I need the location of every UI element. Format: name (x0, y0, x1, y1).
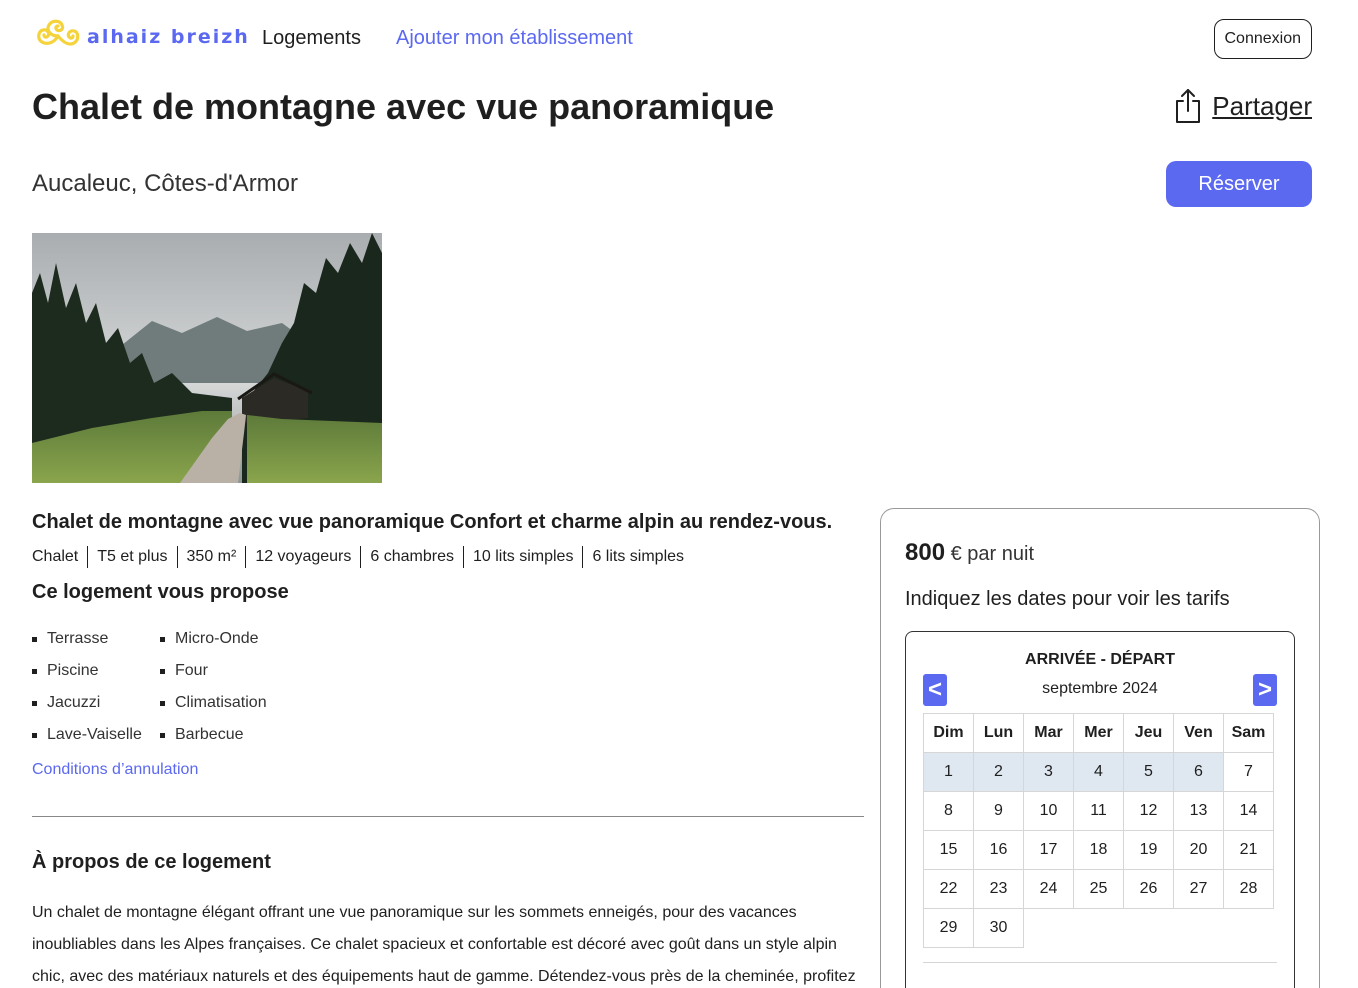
share-button[interactable]: Partager (1174, 88, 1312, 124)
weekday-header: Ven (1173, 713, 1224, 753)
calendar-day[interactable]: 6 (1173, 752, 1224, 792)
calendar-month: septembre 2024 (1042, 680, 1158, 697)
login-button[interactable]: Connexion (1213, 19, 1312, 59)
listing-tags: Chalet T5 et plus 350 m² 12 voyageurs 6 … (32, 546, 693, 568)
weekday-header: Sam (1223, 713, 1274, 753)
weekday-header: Jeu (1123, 713, 1174, 753)
calendar-day[interactable]: 16 (973, 830, 1024, 870)
calendar-footer-divider (923, 962, 1277, 963)
about-title: À propos de ce logement (32, 851, 271, 873)
calendar-day[interactable]: 3 (1023, 752, 1074, 792)
calendar-day[interactable]: 24 (1023, 869, 1074, 909)
amenity-item: Lave-Vaiselle (32, 724, 142, 756)
tag-type: Chalet (32, 548, 79, 565)
section-divider (32, 816, 864, 817)
calendar-empty-cell (1124, 909, 1174, 948)
tag-bedrooms: 6 chambres (360, 546, 463, 568)
tag-surface: 350 m² (176, 546, 246, 568)
nav-link-ajouter-etablissement[interactable]: Ajouter mon établissement (396, 27, 633, 50)
calendar-day[interactable]: 8 (923, 791, 974, 831)
calendar-week: 1 2 3 4 5 6 7 (923, 752, 1274, 792)
calendar-day[interactable]: 9 (973, 791, 1024, 831)
calendar-day[interactable]: 13 (1173, 791, 1224, 831)
date-picker: ARRIVÉE - DÉPART septembre 2024 < > Dim … (905, 631, 1295, 988)
calendar-day[interactable]: 14 (1223, 791, 1274, 831)
calendar-day[interactable]: 12 (1123, 791, 1174, 831)
calendar-day[interactable]: 15 (923, 830, 974, 870)
calendar-day[interactable]: 7 (1223, 752, 1274, 792)
reserve-button[interactable]: Réserver (1166, 161, 1312, 207)
calendar-day[interactable]: 30 (973, 908, 1024, 948)
amenities-list-1: Terrasse Piscine Jacuzzi Lave-Vaiselle (32, 628, 142, 756)
weekday-header: Dim (923, 713, 974, 753)
calendar-week: 8 9 10 11 12 13 14 (923, 791, 1274, 831)
calendar-day[interactable]: 26 (1123, 869, 1174, 909)
calendar-heading: ARRIVÉE - DÉPART (1025, 651, 1175, 668)
weekday-header: Mer (1073, 713, 1124, 753)
calendar-empty-cell (1024, 909, 1074, 948)
page-title: Chalet de montagne avec vue panoramique (32, 86, 775, 127)
calendar-day[interactable]: 5 (1123, 752, 1174, 792)
share-icon (1176, 89, 1201, 123)
calendar-empty-cell (1224, 909, 1274, 948)
amenity-item: Jacuzzi (32, 692, 142, 724)
listing-photo[interactable] (32, 233, 382, 483)
price-unit: € par nuit (950, 543, 1034, 565)
previous-month-button[interactable]: < (923, 674, 947, 706)
calendar-day[interactable]: 21 (1223, 830, 1274, 870)
calendar-day[interactable]: 19 (1123, 830, 1174, 870)
calendar-day[interactable]: 11 (1073, 791, 1124, 831)
calendar-day[interactable]: 28 (1223, 869, 1274, 909)
top-nav: alhaiz breizh Logements Ajouter mon étab… (32, 14, 1312, 62)
nav-link-logements[interactable]: Logements (262, 27, 361, 50)
calendar-day[interactable]: 18 (1073, 830, 1124, 870)
calendar-day[interactable]: 2 (973, 752, 1024, 792)
calendar-day[interactable]: 1 (923, 752, 974, 792)
triskelion-logo-icon[interactable] (32, 14, 84, 62)
amenity-item: Terrasse (32, 628, 142, 660)
listing-location: Aucaleuc, Côtes-d'Armor (32, 170, 299, 197)
tag-single-beds: 10 lits simples (462, 546, 582, 568)
price-hint: Indiquez les dates pour voir les tarifs (905, 588, 1230, 610)
calendar-week: 22 23 24 25 26 27 28 (923, 869, 1274, 909)
tag-single-beds-2: 6 lits simples (582, 546, 693, 568)
amenities-list-2: Micro-Onde Four Climatisation Barbecue (160, 628, 267, 756)
next-month-button[interactable]: > (1253, 674, 1277, 706)
calendar-week: 15 16 17 18 19 20 21 (923, 830, 1274, 870)
calendar-day[interactable]: 20 (1173, 830, 1224, 870)
brand-name[interactable]: alhaiz breizh (87, 26, 250, 48)
listing-subtitle: Chalet de montagne avec vue panoramique … (32, 511, 833, 533)
amenity-item: Barbecue (160, 724, 267, 756)
tag-size-class: T5 et plus (87, 546, 176, 568)
mountain-chalet-image (32, 233, 382, 483)
amenities-title: Ce logement vous propose (32, 581, 289, 603)
calendar-day[interactable]: 27 (1173, 869, 1224, 909)
amenity-item: Micro-Onde (160, 628, 267, 660)
calendar-day[interactable]: 29 (923, 908, 974, 948)
calendar-empty-cell (1074, 909, 1124, 948)
cancellation-conditions-link[interactable]: Conditions d’annulation (32, 761, 198, 779)
calendar-day[interactable]: 22 (923, 869, 974, 909)
about-description: Un chalet de montagne élégant offrant un… (32, 904, 856, 985)
calendar-week: 29 30 (923, 908, 1274, 948)
amenity-item: Climatisation (160, 692, 267, 724)
calendar-day[interactable]: 10 (1023, 791, 1074, 831)
amenity-item: Four (160, 660, 267, 692)
calendar-day[interactable]: 23 (973, 869, 1024, 909)
share-label: Partager (1212, 90, 1312, 121)
price-amount: 800 (905, 539, 946, 566)
calendar-day[interactable]: 17 (1023, 830, 1074, 870)
weekday-header: Lun (973, 713, 1024, 753)
calendar-grid: Dim Lun Mar Mer Jeu Ven Sam 1 2 3 4 5 6 (923, 713, 1274, 948)
calendar-empty-cell (1174, 909, 1224, 948)
amenity-item: Piscine (32, 660, 142, 692)
nightly-price: 800 € par nuit (905, 539, 1034, 567)
tag-guests: 12 voyageurs (245, 546, 360, 568)
weekday-row: Dim Lun Mar Mer Jeu Ven Sam (923, 713, 1274, 753)
booking-card: 800 € par nuit Indiquez les dates pour v… (880, 508, 1320, 988)
calendar-day[interactable]: 25 (1073, 869, 1124, 909)
calendar-day[interactable]: 4 (1073, 752, 1124, 792)
weekday-header: Mar (1023, 713, 1074, 753)
